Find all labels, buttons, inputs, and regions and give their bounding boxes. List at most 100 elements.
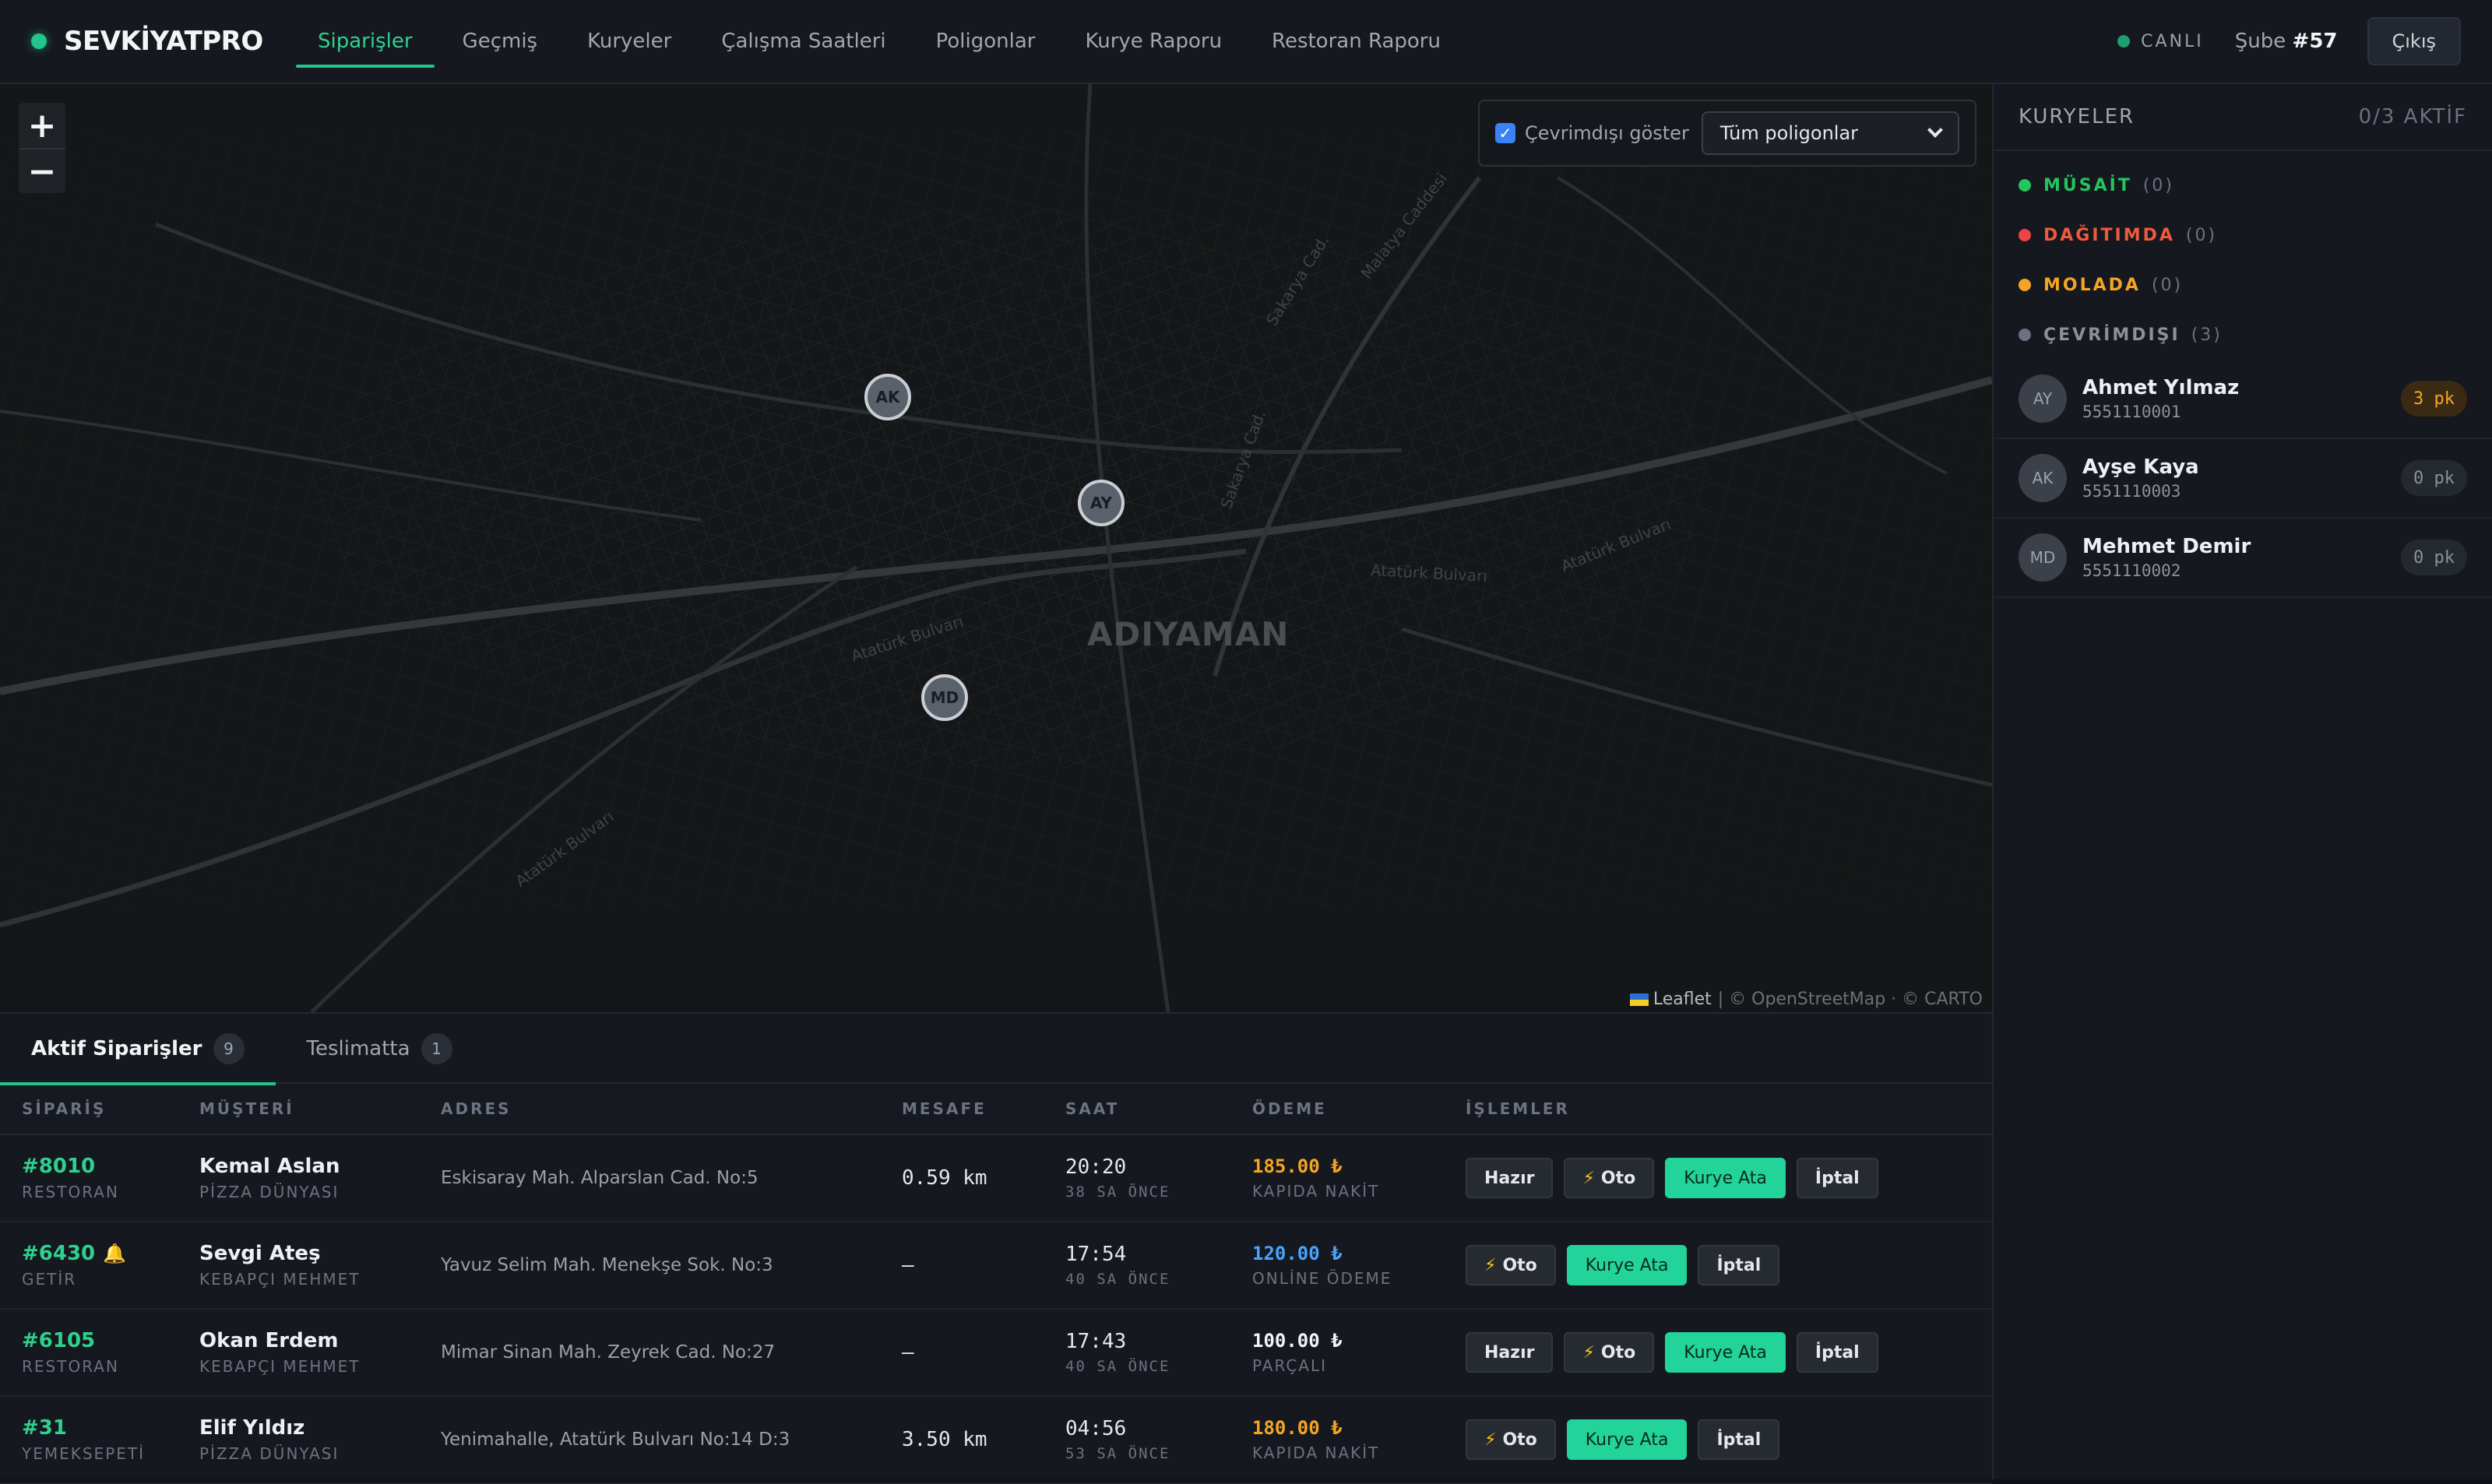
- nav-restaurant-report[interactable]: Restoran Raporu: [1250, 0, 1462, 83]
- auto-assign-button[interactable]: ⚡ Oto: [1466, 1245, 1556, 1285]
- tab-in-delivery[interactable]: Teslimatta 1: [276, 1014, 484, 1084]
- status-on-break[interactable]: MOLADA (0): [1994, 260, 2492, 310]
- courier-item[interactable]: AY Ahmet Yılmaz 5551110001 3 pk: [1994, 360, 2492, 439]
- couriers-sidebar: KURYELER 0/3 AKTİF MÜSAİT (0) DAĞITIMDA …: [1992, 84, 2492, 1479]
- tab-count-badge: 1: [421, 1033, 452, 1064]
- courier-item[interactable]: AK Ayşe Kaya 5551110003 0 pk: [1994, 439, 2492, 519]
- order-age: 40 SA ÖNCE: [1065, 1358, 1170, 1375]
- top-header: SEVKİYATPRO Siparişler Geçmiş Kuryeler Ç…: [0, 0, 2492, 84]
- customer-name: Elif Yıldız: [199, 1416, 305, 1440]
- polygon-select[interactable]: Tüm poligonlar: [1701, 111, 1959, 155]
- nav-orders[interactable]: Siparişler: [296, 0, 435, 83]
- zoom-out-button[interactable]: −: [19, 148, 65, 193]
- ukraine-flag-icon: [1629, 993, 1649, 1006]
- map-filter-panel: ✓ Çevrimdışı göster Tüm poligonlar: [1478, 100, 1976, 167]
- courier-marker[interactable]: AY: [1078, 480, 1125, 526]
- restaurant-name: KEBAPÇI MEHMET: [199, 1270, 361, 1289]
- column-header: ÖDEME: [1252, 1099, 1327, 1118]
- ready-button[interactable]: Hazır: [1466, 1332, 1554, 1373]
- status-label: ÇEVRİMDIŞI: [2043, 325, 2180, 345]
- status-delivering[interactable]: DAĞITIMDA (0): [1994, 210, 2492, 260]
- status-label: MOLADA: [2043, 275, 2141, 295]
- auto-label: Oto: [1600, 1168, 1636, 1188]
- status-available[interactable]: MÜSAİT (0): [1994, 160, 2492, 210]
- order-amount: 185.00 ₺: [1252, 1155, 1343, 1177]
- order-amount: 120.00 ₺: [1252, 1243, 1343, 1264]
- leaflet-link[interactable]: Leaflet: [1653, 990, 1712, 1009]
- auto-label: Oto: [1502, 1429, 1537, 1450]
- bolt-icon: ⚡: [1484, 1255, 1497, 1275]
- table-row[interactable]: #6105 RESTORAN Okan Erdem KEBAPÇI MEHMET…: [0, 1310, 1992, 1397]
- restaurant-name: PİZZA DÜNYASI: [199, 1183, 340, 1201]
- assign-courier-button[interactable]: Kurye Ata: [1665, 1158, 1786, 1198]
- brand-status-dot: [31, 33, 47, 49]
- courier-phone: 5551110003: [2082, 482, 2181, 501]
- active-count: 0/3 AKTİF: [2358, 105, 2467, 128]
- table-header: SİPARİŞ MÜŞTERİ ADRES MESAFE SAAT ÖDEME …: [0, 1084, 1992, 1135]
- nav-working-hours[interactable]: Çalışma Saatleri: [699, 0, 907, 83]
- order-time: 17:54: [1065, 1243, 1127, 1266]
- map-view[interactable]: Atatürk Bulvarı Atatürk Bulvarı Atatürk …: [0, 84, 1992, 1012]
- assign-courier-button[interactable]: Kurye Ata: [1566, 1419, 1688, 1460]
- cancel-button[interactable]: İptal: [1698, 1419, 1780, 1460]
- table-row[interactable]: #8010 RESTORAN Kemal Aslan PİZZA DÜNYASI…: [0, 1135, 1992, 1222]
- branch-number: #57: [2292, 30, 2338, 53]
- column-header: İŞLEMLER: [1466, 1099, 1570, 1118]
- courier-item[interactable]: MD Mehmet Demir 5551110002 0 pk: [1994, 519, 2492, 598]
- table-row[interactable]: #6430 🔔 GETİR Sevgi Ateş KEBAPÇI MEHMET Y…: [0, 1222, 1992, 1310]
- customer-name: Kemal Aslan: [199, 1155, 340, 1178]
- order-id[interactable]: #31: [22, 1416, 199, 1440]
- tab-active-orders[interactable]: Aktif Siparişler 9: [0, 1014, 276, 1085]
- ready-button[interactable]: Hazır: [1466, 1158, 1554, 1198]
- courier-marker[interactable]: AK: [864, 374, 911, 420]
- cancel-button[interactable]: İptal: [1698, 1245, 1780, 1285]
- cancel-button[interactable]: İptal: [1796, 1158, 1878, 1198]
- show-offline-checkbox[interactable]: ✓: [1495, 123, 1515, 143]
- order-age: 40 SA ÖNCE: [1065, 1271, 1170, 1288]
- show-offline-label[interactable]: Çevrimdışı göster: [1525, 122, 1689, 144]
- live-dot-icon: [2117, 35, 2131, 47]
- status-count: (3): [2191, 325, 2223, 345]
- auto-assign-button[interactable]: ⚡ Oto: [1466, 1419, 1556, 1460]
- column-header: MESAFE: [902, 1099, 987, 1118]
- order-distance: 3.50 km: [902, 1428, 987, 1451]
- assign-courier-button[interactable]: Kurye Ata: [1566, 1245, 1688, 1285]
- payment-method: KAPIDA NAKİT: [1252, 1444, 1380, 1462]
- courier-name: Mehmet Demir: [2082, 535, 2251, 558]
- auto-label: Oto: [1502, 1255, 1537, 1275]
- logout-button[interactable]: Çıkış: [2367, 17, 2461, 65]
- order-time: 04:56: [1065, 1417, 1127, 1440]
- courier-marker[interactable]: MD: [921, 674, 968, 721]
- chevron-down-icon: [1927, 122, 1943, 138]
- auto-assign-button[interactable]: ⚡ Oto: [1564, 1332, 1655, 1373]
- orders-panel: Aktif Siparişler 9 Teslimatta 1 SİPARİŞ …: [0, 1012, 1992, 1484]
- brand: SEVKİYATPRO: [31, 26, 265, 57]
- order-id[interactable]: #6430: [22, 1242, 95, 1265]
- status-label: MÜSAİT: [2043, 175, 2132, 195]
- order-id[interactable]: #8010: [22, 1155, 199, 1178]
- auto-assign-button[interactable]: ⚡ Oto: [1564, 1158, 1655, 1198]
- table-row[interactable]: #31 YEMEKSEPETİ Elif Yıldız PİZZA DÜNYAS…: [0, 1397, 1992, 1484]
- sidebar-title: KURYELER: [2019, 105, 2135, 128]
- status-dot-icon: [2019, 279, 2031, 291]
- cancel-button[interactable]: İptal: [1796, 1332, 1878, 1373]
- live-indicator: CANLI: [2117, 32, 2204, 51]
- assign-courier-button[interactable]: Kurye Ata: [1665, 1332, 1786, 1373]
- map-tiles: [0, 84, 1992, 1012]
- nav-couriers[interactable]: Kuryeler: [565, 0, 693, 83]
- branch-prefix: Şube: [2234, 30, 2286, 53]
- order-source: RESTORAN: [22, 1183, 119, 1201]
- zoom-in-button[interactable]: +: [19, 103, 65, 148]
- order-source: RESTORAN: [22, 1357, 119, 1376]
- order-id[interactable]: #6105: [22, 1329, 199, 1352]
- tab-label: Aktif Siparişler: [31, 1037, 202, 1060]
- order-address: Eskisaray Mah. Alparslan Cad. No:5: [441, 1168, 759, 1188]
- nav-polygons[interactable]: Poligonlar: [914, 0, 1058, 83]
- status-offline[interactable]: ÇEVRİMDIŞI (3): [1994, 310, 2492, 360]
- order-distance: 0.59 km: [902, 1166, 987, 1190]
- nav-history[interactable]: Geçmiş: [441, 0, 560, 83]
- status-groups: MÜSAİT (0) DAĞITIMDA (0) MOLADA (0) ÇEVR…: [1994, 151, 2492, 360]
- nav-courier-report[interactable]: Kurye Raporu: [1063, 0, 1244, 83]
- status-dot-icon: [2019, 229, 2031, 241]
- avatar: AK: [2019, 454, 2067, 502]
